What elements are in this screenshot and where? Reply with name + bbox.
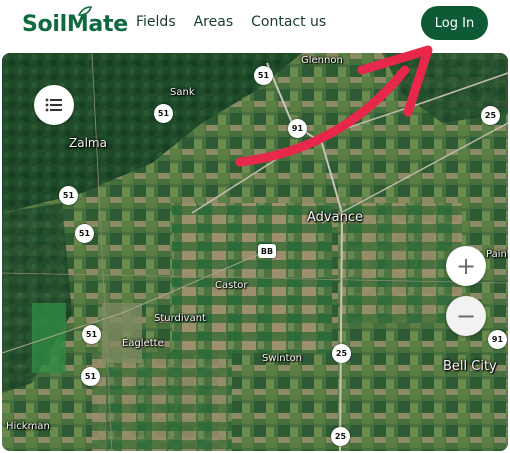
list-icon — [45, 98, 62, 112]
route-shield-bb: BB — [258, 244, 276, 258]
place-label-paint: Paint — [486, 249, 508, 260]
brand-name: SoilMate — [22, 11, 128, 37]
soilmate-logo[interactable]: SoilMate — [22, 6, 128, 39]
route-shield-51: 51 — [81, 367, 100, 386]
satellite-map[interactable]: Glennon Sank Zalma Advance Castor Sturdi… — [2, 53, 508, 451]
layer-list-button[interactable] — [34, 85, 74, 125]
place-label-castor: Castor — [215, 280, 248, 291]
route-shield-51: 51 — [254, 66, 273, 85]
zoom-in-button[interactable]: + — [446, 246, 486, 286]
place-label-hickman: Hickman — [6, 421, 50, 432]
route-shield-51: 51 — [59, 186, 78, 205]
route-shield-25: 25 — [332, 344, 351, 363]
route-shield-25: 25 — [331, 427, 350, 446]
place-label-bell-city: Bell City — [443, 359, 497, 374]
place-label-swinton: Swinton — [262, 353, 303, 364]
place-label-sturdivant: Sturdivant — [154, 313, 206, 324]
route-shield-25: 25 — [481, 106, 500, 125]
route-shield-51: 51 — [75, 224, 94, 243]
top-navigation-bar: SoilMate Fields Areas Contact us Log In — [0, 0, 510, 50]
route-shield-91: 91 — [288, 119, 307, 138]
nav-link-contact-us[interactable]: Contact us — [251, 14, 326, 30]
log-in-button[interactable]: Log In — [421, 6, 488, 40]
place-label-zalma: Zalma — [69, 136, 107, 150]
nav-link-areas[interactable]: Areas — [194, 14, 234, 30]
place-label-sank: Sank — [170, 87, 195, 98]
route-shield-51: 51 — [154, 104, 173, 123]
place-label-eaglette: Eaglette — [122, 338, 164, 349]
place-label-advance: Advance — [307, 210, 363, 225]
satellite-imagery — [2, 53, 508, 451]
route-shield-51: 51 — [82, 325, 101, 344]
leaf-icon — [77, 6, 93, 16]
nav-link-fields[interactable]: Fields — [136, 14, 176, 30]
place-label-glennon: Glennon — [301, 55, 343, 66]
route-shield-91: 91 — [488, 330, 507, 349]
zoom-out-button[interactable]: − — [446, 296, 486, 336]
main-nav: Fields Areas Contact us — [136, 14, 326, 30]
